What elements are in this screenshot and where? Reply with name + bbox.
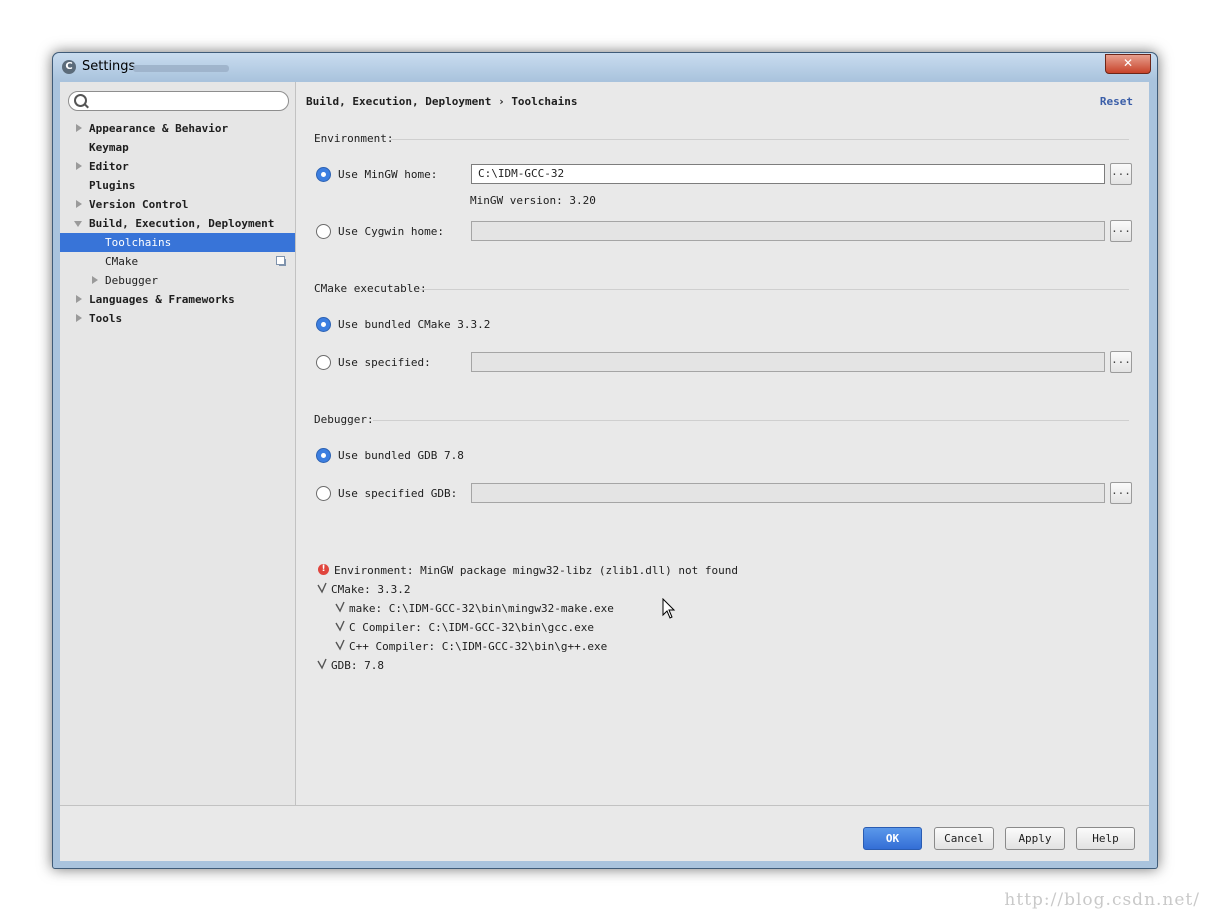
gdb-status-text: GDB: 7.8 [331,659,384,672]
sidebar-item-label: Editor [89,160,129,173]
sidebar-item-version-control[interactable]: Version Control [60,195,295,214]
make-status-text: make: C:\IDM-GCC-32\bin\mingw32-make.exe [349,602,614,615]
mingw-home-input[interactable]: C:\IDM-GCC-32 [471,164,1105,184]
expand-arrow-icon[interactable] [76,162,82,170]
search-input[interactable] [91,93,281,107]
mingw-radio[interactable] [316,167,331,182]
search-box[interactable] [68,91,289,111]
settings-sidebar: Appearance & Behavior Keymap Editor Plug… [60,82,296,805]
cancel-button[interactable]: Cancel [934,827,994,850]
debugger-section-title: Debugger: [314,413,374,426]
sidebar-item-debugger[interactable]: Debugger [60,271,295,290]
environment-section-title: Environment: [314,132,394,145]
cmake-bundled-label: Use bundled CMake 3.3.2 [338,318,491,331]
sidebar-item-keymap[interactable]: Keymap [60,138,295,157]
project-settings-icon [276,256,285,265]
title-bar[interactable]: C Settings ✕ [53,53,1157,81]
cpp-compiler-status-text: C++ Compiler: C:\IDM-GCC-32\bin\g++.exe [349,640,608,653]
window-title: Settings [82,59,136,74]
mouse-pointer-icon [662,597,676,623]
sidebar-item-label: Plugins [89,179,136,192]
reset-link[interactable]: Reset [1100,95,1133,108]
gdb-bundled-label: Use bundled GDB 7.8 [338,449,464,462]
sidebar-item-toolchains[interactable]: Toolchains [60,233,295,252]
cygwin-browse-button[interactable]: ... [1110,220,1132,242]
cmake-bundled-radio[interactable] [316,317,331,332]
sidebar-item-label: Appearance & Behavior [89,122,229,135]
close-button[interactable]: ✕ [1105,54,1151,74]
button-bar: OK Cancel Apply Help [60,805,1149,861]
divider [373,420,1129,421]
mingw-label: Use MinGW home: [338,168,438,181]
cygwin-label: Use Cygwin home: [338,225,444,238]
expand-arrow-icon[interactable] [92,276,98,284]
breadcrumb-current: Toolchains [511,95,578,108]
cmake-specified-radio[interactable] [316,355,331,370]
gdb-bundled-radio[interactable] [316,448,331,463]
cmake-browse-button[interactable]: ... [1110,351,1132,373]
mingw-browse-button[interactable]: ... [1110,163,1132,185]
expand-arrow-icon[interactable] [76,124,82,132]
apply-button[interactable]: Apply [1005,827,1065,850]
gdb-specified-radio[interactable] [316,486,331,501]
sidebar-item-label: Toolchains [105,236,172,249]
sidebar-item-editor[interactable]: Editor [60,157,295,176]
settings-window: C Settings ✕ Appearance & Behavior Keyma… [52,52,1158,869]
cmake-status-text: CMake: 3.3.2 [331,583,411,596]
check-icon [317,582,327,594]
sidebar-item-build-execution-deployment[interactable]: Build, Execution, Deployment [60,214,295,233]
sidebar-item-label: CMake [105,255,139,268]
cygwin-radio[interactable] [316,224,331,239]
toolchains-panel: Build, Execution, Deployment › Toolchain… [296,82,1149,805]
breadcrumb-separator: › [498,95,505,108]
help-button[interactable]: Help [1076,827,1135,850]
gdb-browse-button[interactable]: ... [1110,482,1132,504]
dialog-body: Appearance & Behavior Keymap Editor Plug… [60,82,1149,861]
sidebar-item-label: Debugger [105,274,158,287]
sidebar-item-tools[interactable]: Tools [60,309,295,328]
divider [416,289,1129,290]
check-icon [335,601,345,613]
gdb-specified-label: Use specified GDB: [338,487,458,500]
clion-app-icon: C [62,60,76,74]
divider [391,139,1129,140]
sidebar-item-plugins[interactable]: Plugins [60,176,295,195]
ok-button[interactable]: OK [863,827,922,850]
error-icon: ! [318,564,329,575]
gdb-path-input[interactable] [471,483,1105,503]
cmake-section-title: CMake executable: [314,282,427,295]
breadcrumb: Build, Execution, Deployment › Toolchain… [306,95,578,108]
sidebar-item-label: Tools [89,312,123,325]
environment-error-text: Environment: MinGW package mingw32-libz … [334,564,738,577]
cmake-path-input[interactable] [471,352,1105,372]
check-icon [317,658,327,670]
c-compiler-status-text: C Compiler: C:\IDM-GCC-32\bin\gcc.exe [349,621,595,634]
sidebar-item-label: Keymap [89,141,129,154]
check-icon [335,620,345,632]
breadcrumb-parent: Build, Execution, Deployment [306,95,492,108]
expand-arrow-icon[interactable] [76,200,82,208]
mingw-version-text: MinGW version: 3.20 [470,194,596,207]
sidebar-item-appearance-behavior[interactable]: Appearance & Behavior [60,119,295,138]
expand-arrow-icon[interactable] [76,314,82,322]
sidebar-item-cmake[interactable]: CMake [60,252,295,271]
check-icon [335,639,345,651]
search-icon [74,94,87,107]
watermark-url: http://blog.csdn.net/ [1004,890,1200,910]
sidebar-item-label: Build, Execution, Deployment [89,217,275,230]
sidebar-item-label: Version Control [89,198,189,211]
cmake-specified-label: Use specified: [338,356,431,369]
collapse-arrow-icon[interactable] [74,221,82,227]
cygwin-home-input[interactable] [471,221,1105,241]
sidebar-item-label: Languages & Frameworks [89,293,235,306]
sidebar-item-languages-frameworks[interactable]: Languages & Frameworks [60,290,295,309]
expand-arrow-icon[interactable] [76,295,82,303]
blurred-project-name [133,65,229,72]
